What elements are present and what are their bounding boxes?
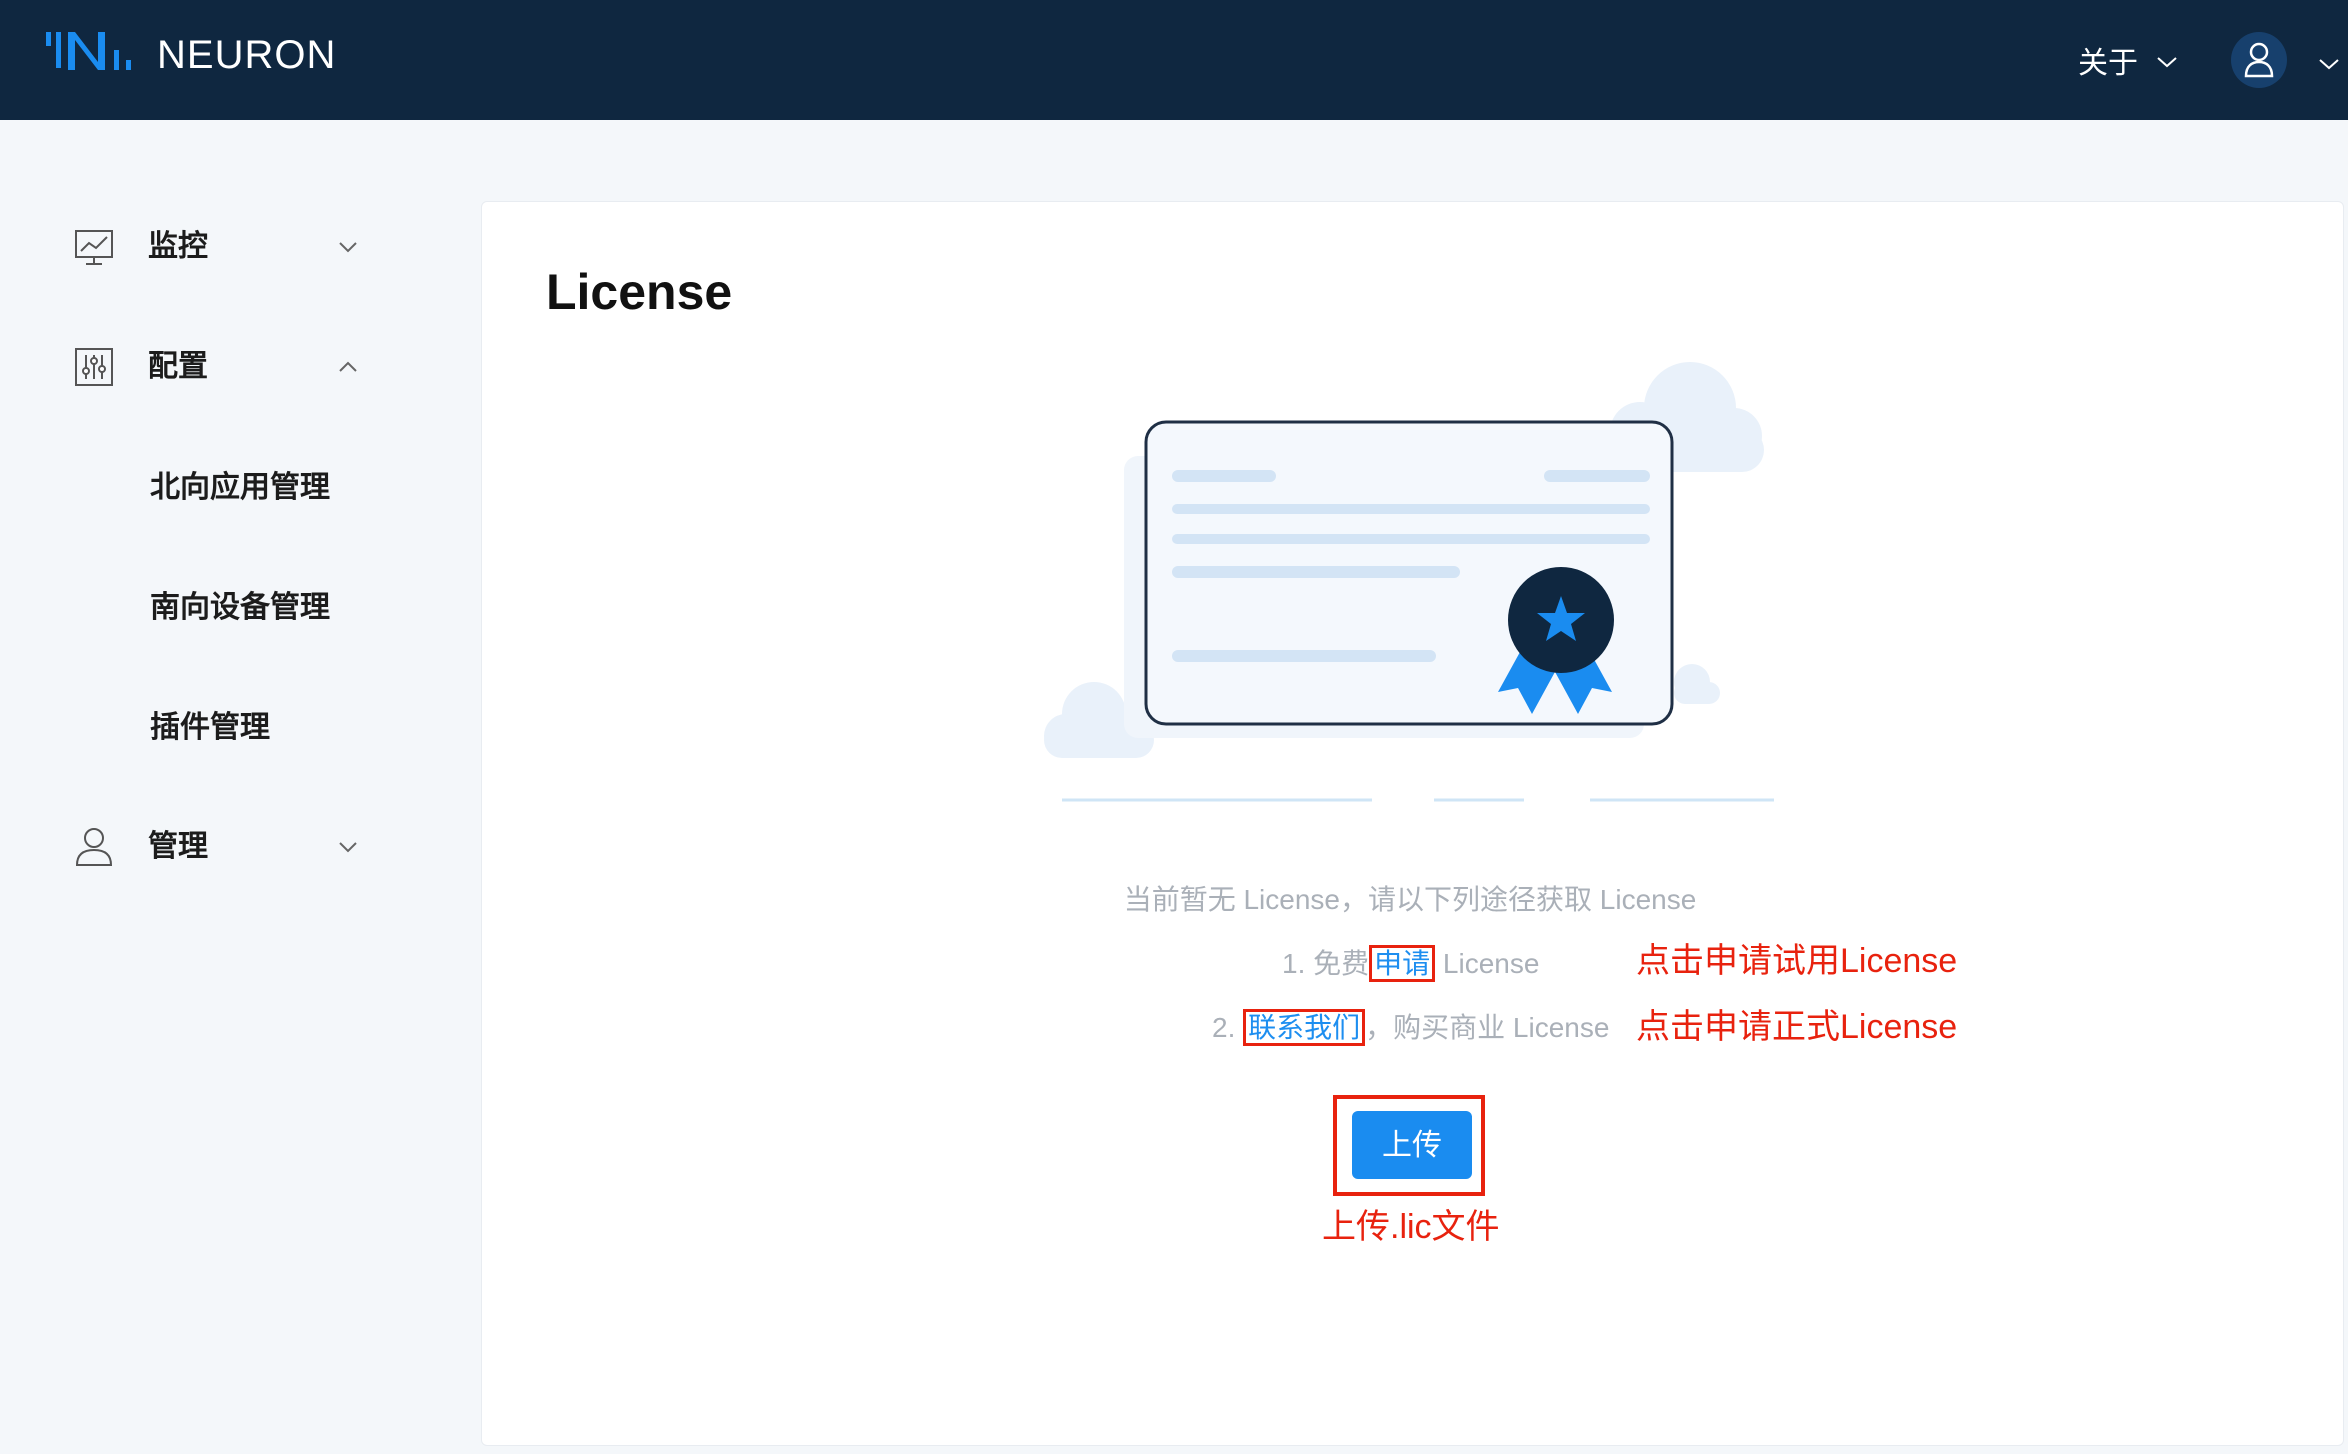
- sidebar-item-admin[interactable]: 管理: [0, 807, 420, 887]
- chevron-down-icon[interactable]: [2156, 54, 2178, 70]
- annotation-upload-file: 上传.lic文件: [1322, 1208, 1500, 1246]
- annotation-apply-formal: 点击申请正式License: [1636, 1008, 1958, 1046]
- annotation-apply-trial: 点击申请试用License: [1636, 942, 1958, 980]
- sidebar-item-south-devices[interactable]: 南向设备管理: [150, 588, 330, 628]
- chevron-up-icon: [339, 361, 357, 372]
- apply-link[interactable]: 申请: [1369, 945, 1436, 982]
- neuron-logo-icon: [46, 32, 131, 70]
- license-illustration: [1044, 362, 1774, 802]
- top-navbar: NEURON 关于: [0, 0, 2348, 120]
- sidebar-item-label: 配置: [148, 350, 208, 383]
- step-prefix: 2.: [1212, 1012, 1244, 1043]
- step-contact-us: 2. 联系我们 ，购买商业 License: [1212, 1008, 1609, 1048]
- step-free-apply: 1. 免费 申请 License: [1282, 944, 1539, 984]
- page-title: License: [546, 264, 733, 320]
- about-menu[interactable]: 关于: [2078, 44, 2138, 84]
- step-suffix: License: [1435, 948, 1540, 979]
- sidebar-item-plugins[interactable]: 插件管理: [150, 708, 270, 748]
- chevron-down-icon[interactable]: [2318, 56, 2340, 72]
- config-icon: [75, 348, 113, 386]
- user-icon: [75, 828, 113, 866]
- sidebar-item-monitor[interactable]: 监控: [0, 207, 420, 287]
- step-suffix: ，购买商业 License: [1365, 1012, 1610, 1043]
- chevron-down-icon: [339, 242, 357, 253]
- upload-button[interactable]: 上传: [1352, 1111, 1472, 1179]
- user-icon: [2244, 42, 2274, 78]
- brand-name: NEURON: [157, 33, 337, 77]
- chevron-down-icon: [339, 842, 357, 853]
- step-prefix: 1. 免费: [1282, 948, 1370, 979]
- contact-us-link[interactable]: 联系我们: [1243, 1009, 1366, 1046]
- sidebar-item-label: 管理: [148, 830, 208, 863]
- avatar[interactable]: [2231, 32, 2287, 88]
- sidebar-item-north-apps[interactable]: 北向应用管理: [150, 468, 330, 508]
- sidebar-item-config[interactable]: 配置: [0, 327, 420, 407]
- monitor-icon: [75, 230, 113, 265]
- license-empty-description: 当前暂无 License，请以下列途径获取 License: [1123, 884, 1697, 915]
- sidebar-item-label: 监控: [148, 230, 208, 263]
